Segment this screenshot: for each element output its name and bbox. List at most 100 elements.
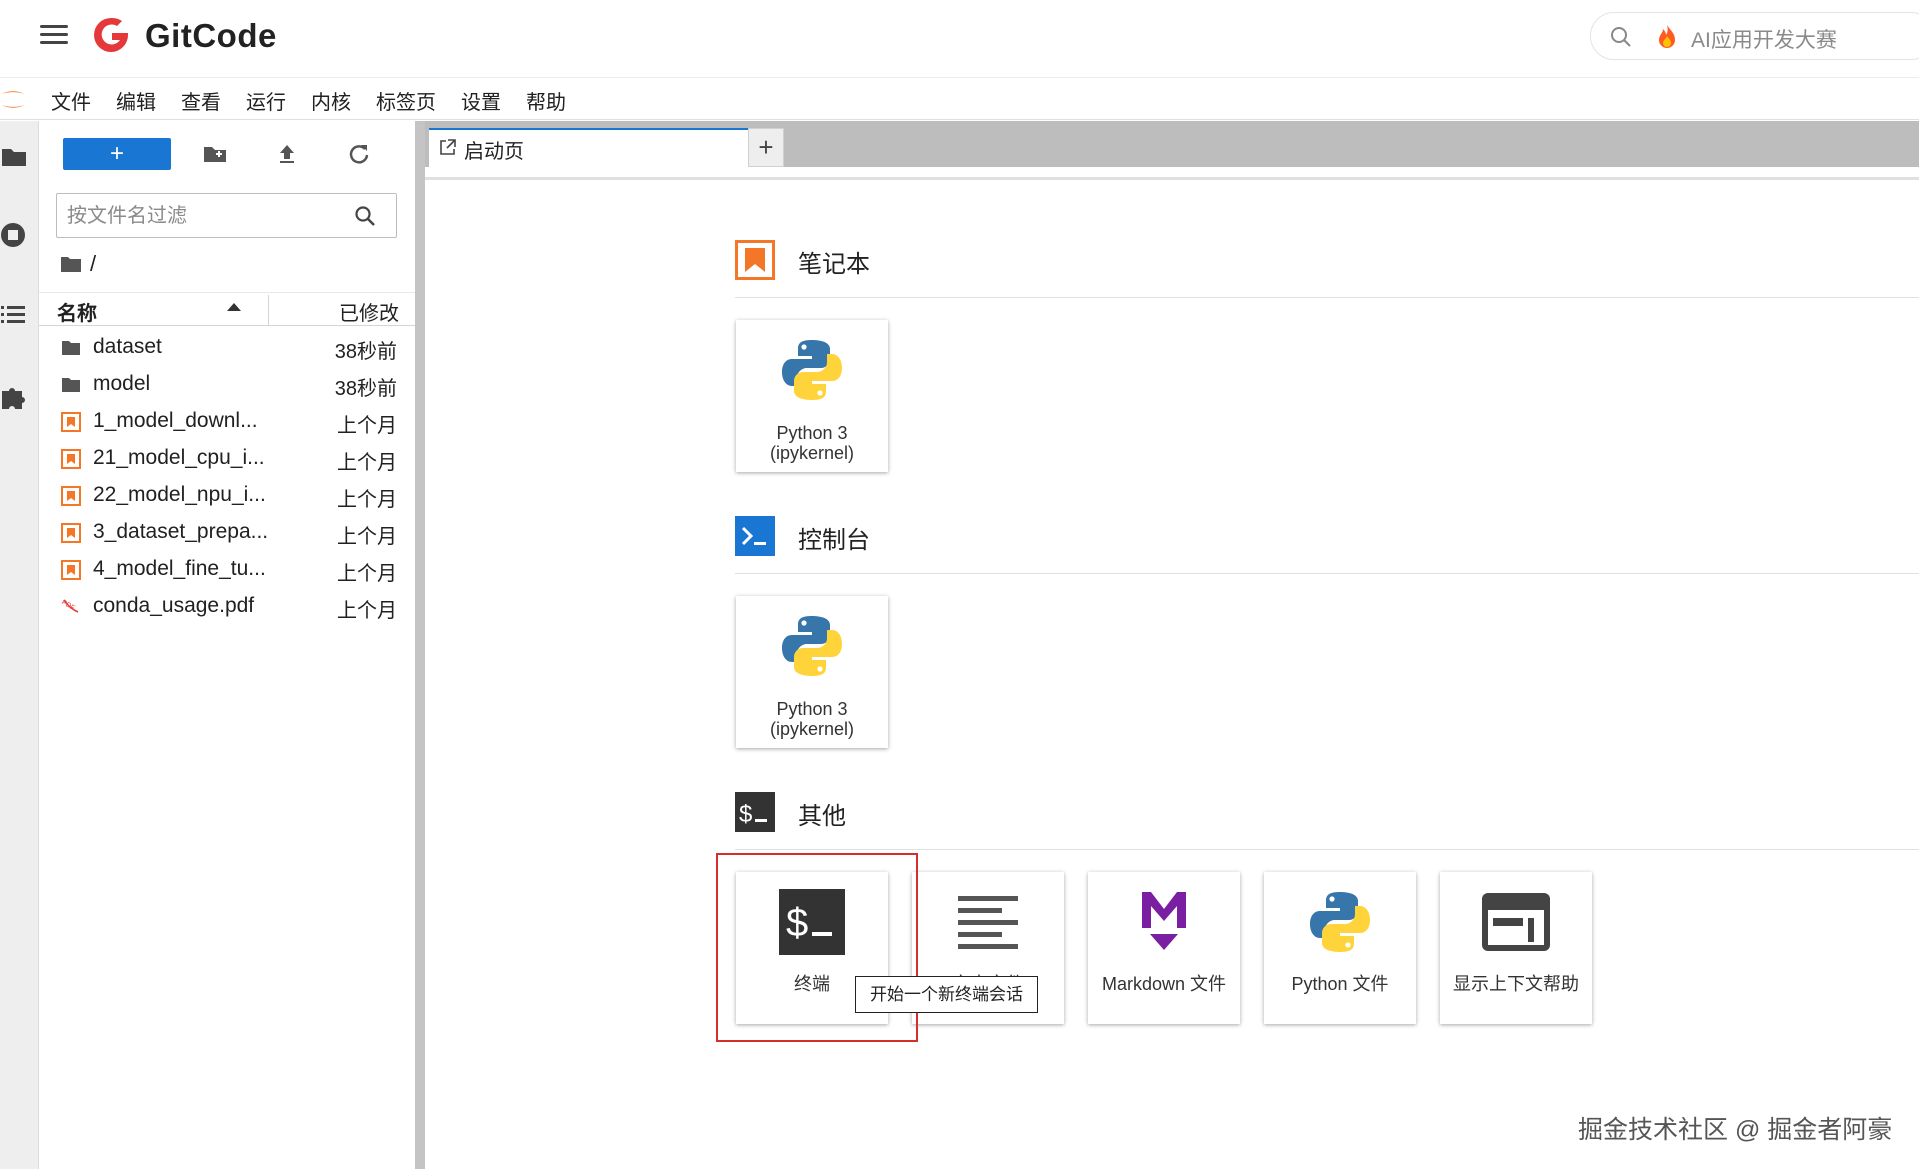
section-title: 其他 bbox=[798, 803, 846, 830]
folder-icon bbox=[61, 257, 81, 272]
activity-bar bbox=[0, 121, 39, 1169]
file-name: 3_dataset_prepa... bbox=[93, 520, 269, 543]
search-icon bbox=[355, 206, 375, 226]
search-icon bbox=[1611, 27, 1631, 47]
python-file-card[interactable]: Python 文件 bbox=[1264, 872, 1416, 1024]
card-label: Markdown 文件 bbox=[1101, 974, 1227, 994]
hamburger-menu-icon[interactable] bbox=[40, 20, 70, 50]
file-filter-input[interactable] bbox=[67, 202, 347, 230]
file-filter-field[interactable] bbox=[56, 193, 397, 238]
file-row-notebook[interactable]: 1_model_downl... 上个月 bbox=[39, 403, 415, 440]
menu-run[interactable]: 运行 bbox=[246, 86, 286, 115]
file-row-dataset[interactable]: dataset 38秒前 bbox=[39, 329, 415, 366]
column-divider[interactable] bbox=[268, 295, 269, 325]
notebook-icon bbox=[61, 523, 81, 543]
section-other: $ 其他 bbox=[735, 792, 1919, 850]
new-folder-icon[interactable] bbox=[202, 141, 228, 167]
menu-bar: 文件 编辑 查看 运行 内核 标签页 设置 帮助 bbox=[0, 78, 1919, 120]
terminal-tooltip: 开始一个新终端会话 bbox=[855, 976, 1038, 1013]
section-notebook: 笔记本 bbox=[735, 240, 1919, 298]
flame-icon bbox=[1659, 25, 1675, 48]
notebook-icon bbox=[61, 412, 81, 432]
sort-ascending-icon[interactable] bbox=[227, 303, 241, 311]
menu-settings[interactable]: 设置 bbox=[461, 86, 501, 115]
file-row-model[interactable]: model 38秒前 bbox=[39, 366, 415, 403]
file-modified: 38秒前 bbox=[334, 378, 397, 400]
python-icon bbox=[782, 616, 842, 676]
file-row-notebook[interactable]: 22_model_npu_i... 上个月 bbox=[39, 477, 415, 514]
python-icon bbox=[1310, 892, 1370, 952]
file-list-header: 名称 已修改 bbox=[39, 292, 415, 326]
file-name: 1_model_downl... bbox=[93, 409, 258, 432]
gitcode-logo-icon[interactable] bbox=[90, 14, 132, 56]
file-name: 21_model_cpu_i... bbox=[93, 446, 265, 469]
file-modified: 上个月 bbox=[337, 563, 397, 585]
jupyter-logo-icon bbox=[2, 91, 24, 108]
watermark: 掘金技术社区 @ 掘金者阿豪 bbox=[1578, 1116, 1893, 1144]
upload-icon[interactable] bbox=[274, 141, 300, 167]
tab-label: 启动页 bbox=[464, 141, 524, 163]
markdown-file-card[interactable]: Markdown 文件 bbox=[1088, 872, 1240, 1024]
folder-icon[interactable] bbox=[0, 143, 28, 171]
pdf-icon: PDF bbox=[61, 599, 79, 613]
new-launcher-button[interactable]: + bbox=[63, 138, 171, 170]
file-name: model bbox=[93, 372, 151, 395]
notebook-section-icon bbox=[735, 240, 775, 280]
refresh-icon[interactable] bbox=[346, 141, 372, 167]
section-console: 控制台 bbox=[735, 516, 1919, 574]
add-tab-button[interactable]: + bbox=[748, 128, 784, 167]
card-label: Python 3 bbox=[776, 423, 848, 443]
file-modified: 上个月 bbox=[337, 452, 397, 474]
menu-kernel[interactable]: 内核 bbox=[311, 86, 351, 115]
menu-help[interactable]: 帮助 bbox=[526, 86, 566, 115]
context-help-icon bbox=[1482, 893, 1550, 951]
section-title: 控制台 bbox=[798, 527, 870, 554]
menu-edit[interactable]: 编辑 bbox=[116, 86, 156, 115]
file-modified: 38秒前 bbox=[334, 341, 397, 363]
notebook-icon bbox=[61, 449, 81, 469]
tab-divider bbox=[425, 177, 1919, 180]
file-name: conda_usage.pdf bbox=[93, 594, 255, 617]
notebook-icon bbox=[61, 486, 81, 506]
file-row-notebook[interactable]: 21_model_cpu_i... 上个月 bbox=[39, 440, 415, 477]
column-modified-header[interactable]: 已修改 bbox=[339, 297, 399, 326]
menu-tabs[interactable]: 标签页 bbox=[376, 86, 436, 115]
menu-file[interactable]: 文件 bbox=[51, 86, 91, 115]
file-row-pdf[interactable]: PDF conda_usage.pdf 上个月 bbox=[39, 588, 415, 625]
text-file-icon bbox=[958, 896, 1018, 949]
table-of-contents-icon[interactable] bbox=[0, 301, 28, 329]
file-row-notebook[interactable]: 4_model_fine_tu... 上个月 bbox=[39, 551, 415, 588]
card-sublabel: (ipykernel) bbox=[769, 719, 855, 739]
folder-icon bbox=[62, 341, 80, 355]
top-search-box[interactable]: AI应用开发大赛 bbox=[1590, 12, 1919, 60]
card-sublabel: (ipykernel) bbox=[769, 443, 855, 463]
file-browser-panel bbox=[39, 121, 415, 1169]
file-name: 22_model_npu_i... bbox=[93, 483, 266, 506]
panel-splitter[interactable] bbox=[415, 121, 425, 1169]
running-sessions-icon[interactable] bbox=[0, 221, 28, 249]
launcher-tab-icon bbox=[440, 139, 456, 155]
section-title: 笔记本 bbox=[798, 251, 870, 278]
menu-view[interactable]: 查看 bbox=[181, 86, 221, 115]
breadcrumb-root[interactable]: / bbox=[90, 251, 96, 277]
brand-name[interactable]: GitCode bbox=[145, 17, 277, 55]
card-label: 显示上下文帮助 bbox=[1453, 974, 1579, 994]
console-section-icon bbox=[735, 516, 775, 556]
file-modified: 上个月 bbox=[337, 489, 397, 511]
file-modified: 上个月 bbox=[337, 600, 397, 622]
extensions-puzzle-icon[interactable] bbox=[0, 383, 28, 411]
column-name-header[interactable]: 名称 bbox=[57, 297, 97, 326]
card-label: Python 文件 bbox=[1291, 974, 1389, 994]
file-name: dataset bbox=[93, 335, 162, 358]
python-icon bbox=[782, 340, 842, 400]
console-python3-card[interactable]: Python 3 (ipykernel) bbox=[736, 596, 888, 748]
tab-launcher[interactable]: 启动页 bbox=[429, 128, 748, 167]
highlight-box bbox=[716, 853, 918, 1042]
notebook-python3-card[interactable]: Python 3 (ipykernel) bbox=[736, 320, 888, 472]
search-placeholder: AI应用开发大赛 bbox=[1691, 29, 1837, 52]
file-row-notebook[interactable]: 3_dataset_prepa... 上个月 bbox=[39, 514, 415, 551]
markdown-icon bbox=[1142, 892, 1186, 950]
svg-text:$: $ bbox=[739, 801, 752, 828]
top-bar: GitCode AI应用开发大赛 bbox=[0, 0, 1919, 78]
context-help-card[interactable]: 显示上下文帮助 bbox=[1440, 872, 1592, 1024]
